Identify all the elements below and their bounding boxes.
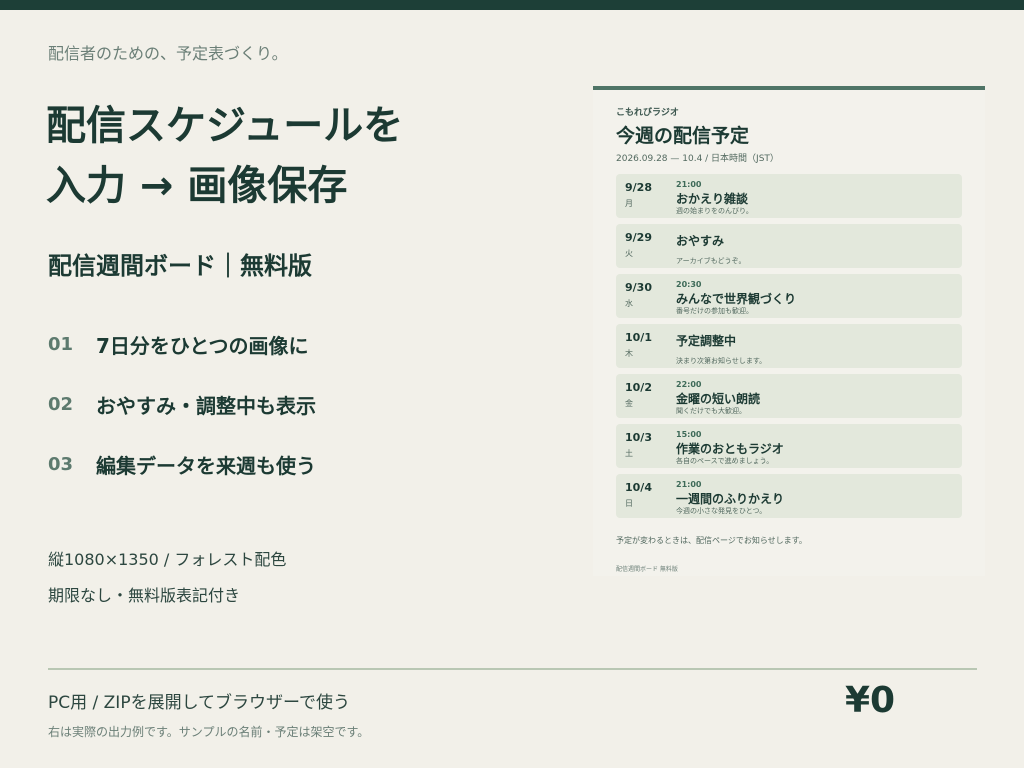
feature-text: 編集データを来週も使う — [96, 453, 316, 478]
footer-divider — [48, 668, 977, 670]
board-station-name: こもれびラジオ — [616, 108, 679, 118]
board-date-range: 2026.09.28 — 10.4 / 日本時間（JST） — [616, 154, 779, 164]
schedule-row: 10/3 土 15:00 作業のおともラジオ 各自のペースで進めましょう。 — [616, 424, 962, 468]
row-title: 金曜の短い朗読 — [676, 392, 761, 406]
row-title: 一週間のふりかえり — [676, 492, 785, 506]
row-description: 聞くだけでも大歓迎。 — [676, 407, 746, 415]
row-date: 9/30 — [625, 281, 652, 294]
row-weekday: 木 — [625, 349, 633, 358]
row-date: 9/28 — [625, 181, 652, 194]
row-weekday: 日 — [625, 499, 633, 508]
board-title: 今週の配信予定 — [616, 125, 750, 147]
row-time: 21:00 — [676, 480, 702, 489]
row-description: 今週の小さな発見をひとつ。 — [676, 507, 767, 515]
feature-number: 02 — [48, 393, 74, 415]
spec-license-line: 期限なし・無料版表記付き — [48, 586, 241, 605]
sample-note: 右は実際の出力例です。サンプルの名前・予定は架空です。 — [48, 725, 370, 739]
top-accent-bar — [0, 0, 1024, 10]
row-title: 予定調整中 — [676, 334, 737, 348]
row-date: 10/2 — [625, 381, 652, 394]
row-title: おかえり雑談 — [676, 192, 749, 206]
row-date: 10/1 — [625, 331, 652, 344]
usage-text: PC用 / ZIPを展開してブラウザーで使う — [48, 693, 351, 713]
row-date: 9/29 — [625, 231, 652, 244]
feature-list: 01 7日分をひとつの画像に 02 おやすみ・調整中も表示 03 編集データを来… — [48, 330, 316, 510]
row-date: 10/3 — [625, 431, 652, 444]
spec-size-line: 縦1080×1350 / フォレスト配色 — [48, 550, 287, 569]
product-subtitle: 配信週間ボード｜無料版 — [48, 252, 312, 280]
tagline: 配信者のための、予定表づくり。 — [48, 44, 288, 63]
board-credit: 配信週間ボード 無料版 — [616, 566, 678, 573]
headline: 配信スケジュールを 入力 → 画像保存 — [46, 96, 403, 216]
row-title: おやすみ — [676, 234, 725, 248]
row-weekday: 土 — [625, 449, 633, 458]
row-date: 10/4 — [625, 481, 652, 494]
board-rows: 9/28 月 21:00 おかえり雑談 週の始まりをのんびり。 9/29 火 お… — [616, 174, 962, 524]
row-time: 20:30 — [676, 280, 702, 289]
schedule-row: 9/29 火 おやすみ アーカイブもどうぞ。 — [616, 224, 962, 268]
row-weekday: 金 — [625, 399, 633, 408]
feature-text: 7日分をひとつの画像に — [96, 333, 309, 358]
row-description: アーカイブもどうぞ。 — [676, 257, 746, 265]
schedule-row: 10/2 金 22:00 金曜の短い朗読 聞くだけでも大歓迎。 — [616, 374, 962, 418]
headline-line-1: 配信スケジュールを — [46, 103, 404, 149]
feature-number: 01 — [48, 333, 74, 355]
row-title: 作業のおともラジオ — [676, 442, 784, 456]
row-time: 15:00 — [676, 430, 702, 439]
feature-item: 02 おやすみ・調整中も表示 — [48, 390, 316, 418]
price: ¥0 — [845, 680, 896, 721]
row-title: みんなで世界観づくり — [676, 292, 797, 306]
row-time: 22:00 — [676, 380, 702, 389]
headline-line-2: 入力 → 画像保存 — [46, 163, 348, 209]
feature-item: 03 編集データを来週も使う — [48, 450, 316, 478]
schedule-row: 10/4 日 21:00 一週間のふりかえり 今週の小さな発見をひとつ。 — [616, 474, 962, 518]
feature-text: おやすみ・調整中も表示 — [96, 393, 316, 418]
feature-item: 01 7日分をひとつの画像に — [48, 330, 316, 358]
board-change-note: 予定が変わるときは、配信ページでお知らせします。 — [616, 536, 807, 545]
row-description: 番号だけの参加も歓迎。 — [676, 307, 753, 315]
row-description: 決まり次第お知らせします。 — [676, 357, 767, 365]
row-description: 週の始まりをのんびり。 — [676, 207, 753, 215]
schedule-row: 9/30 水 20:30 みんなで世界観づくり 番号だけの参加も歓迎。 — [616, 274, 962, 318]
schedule-row: 10/1 木 予定調整中 決まり次第お知らせします。 — [616, 324, 962, 368]
row-description: 各自のペースで進めましょう。 — [676, 457, 774, 465]
row-weekday: 月 — [625, 199, 633, 208]
row-weekday: 水 — [625, 299, 633, 308]
sample-schedule-board: こもれびラジオ 今週の配信予定 2026.09.28 — 10.4 / 日本時間… — [593, 86, 985, 576]
feature-number: 03 — [48, 453, 74, 475]
schedule-row: 9/28 月 21:00 おかえり雑談 週の始まりをのんびり。 — [616, 174, 962, 218]
row-time: 21:00 — [676, 180, 702, 189]
row-weekday: 火 — [625, 249, 633, 258]
